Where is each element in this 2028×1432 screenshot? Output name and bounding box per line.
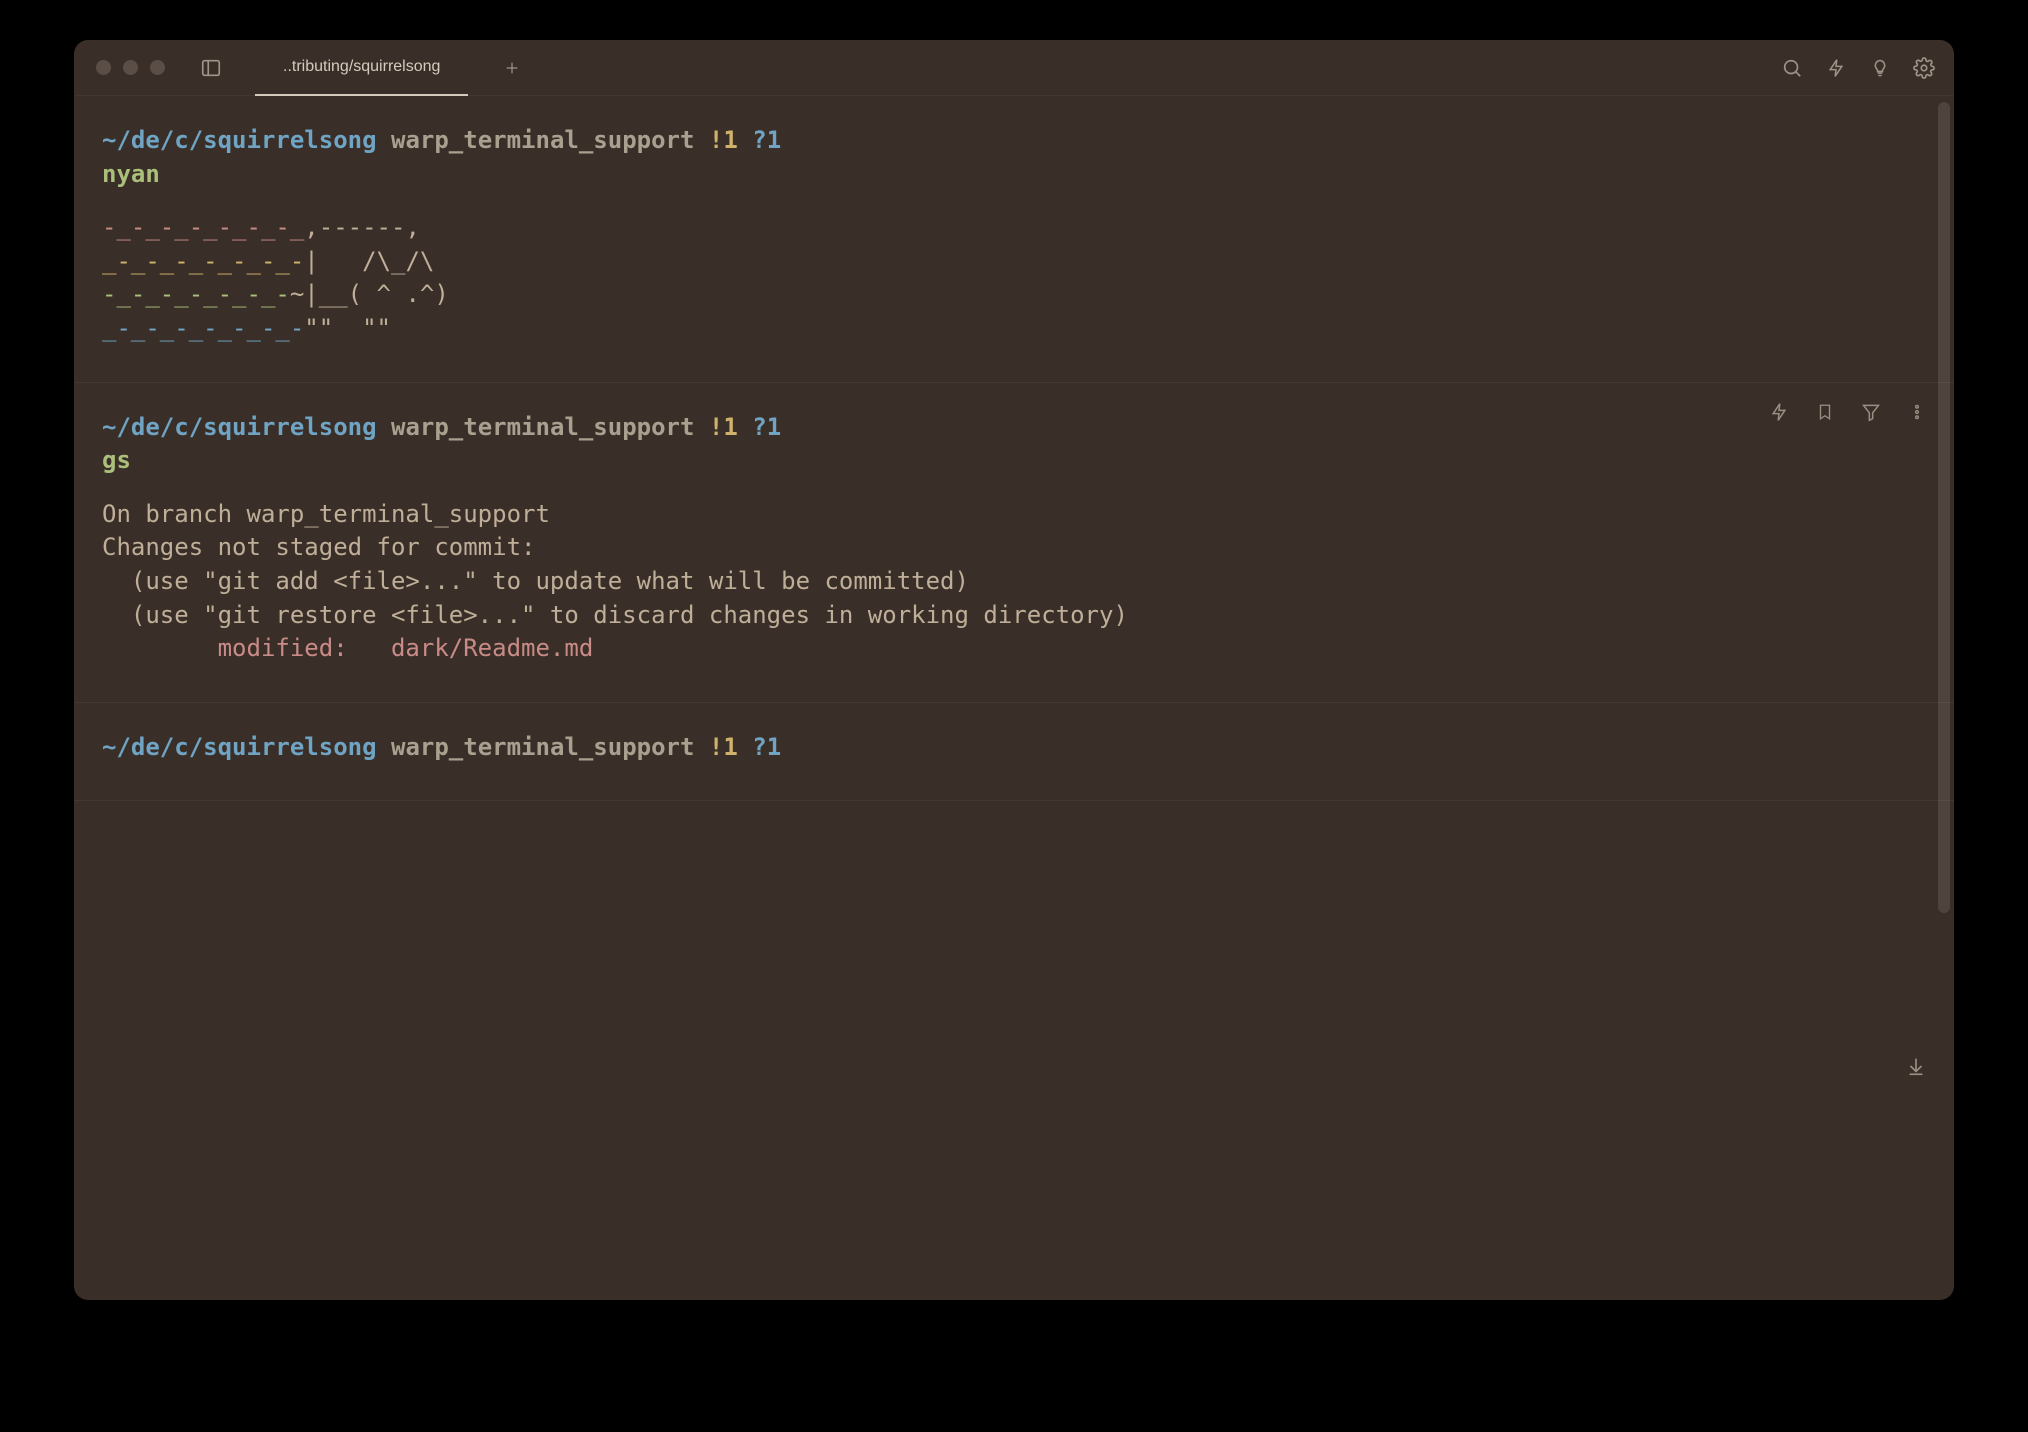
prompt-git-untracked: ?1 [752, 126, 781, 154]
command-output: On branch warp_terminal_support Changes … [102, 498, 1926, 666]
command-output: -_-_-_-_-_-_-_,------, _-_-_-_-_-_-_-| /… [102, 211, 1926, 345]
maximize-window-button[interactable] [150, 60, 165, 75]
scrollbar-thumb[interactable] [1938, 102, 1950, 913]
prompt-path: ~/de/c/squirrelsong [102, 733, 377, 761]
prompt-git-untracked: ?1 [752, 733, 781, 761]
prompt-branch: warp_terminal_support [391, 413, 694, 441]
terminal-window: ..tributing/squirrelsong ~/de/c/squirrel… [74, 40, 1954, 1300]
settings-icon[interactable] [1912, 56, 1936, 80]
prompt-line: ~/de/c/squirrelsong warp_terminal_suppor… [102, 411, 1926, 445]
window-controls [96, 60, 165, 75]
prompt-line: ~/de/c/squirrelsong warp_terminal_suppor… [102, 124, 1926, 158]
minimize-window-button[interactable] [123, 60, 138, 75]
prompt-git-untracked: ?1 [752, 413, 781, 441]
prompt-branch: warp_terminal_support [391, 733, 694, 761]
prompt-path: ~/de/c/squirrelsong [102, 126, 377, 154]
prompt-line: ~/de/c/squirrelsong warp_terminal_suppor… [102, 731, 1926, 765]
bolt-icon[interactable] [1824, 56, 1848, 80]
command-block-active[interactable]: ~/de/c/squirrelsong warp_terminal_suppor… [74, 703, 1954, 802]
command-block[interactable]: ~/de/c/squirrelsong warp_terminal_suppor… [74, 383, 1954, 703]
scroll-to-bottom-icon[interactable] [1902, 1052, 1930, 1080]
search-icon[interactable] [1780, 56, 1804, 80]
more-icon[interactable] [1906, 401, 1928, 423]
titlebar: ..tributing/squirrelsong [74, 40, 1954, 96]
prompt-git-modified: !1 [709, 413, 738, 441]
panel-toggle-icon[interactable] [197, 54, 225, 82]
command-block[interactable]: ~/de/c/squirrelsong warp_terminal_suppor… [74, 96, 1954, 383]
close-window-button[interactable] [96, 60, 111, 75]
tab-title: ..tributing/squirrelsong [283, 58, 440, 76]
prompt-path: ~/de/c/squirrelsong [102, 413, 377, 441]
titlebar-actions [1780, 56, 1936, 80]
prompt-branch: warp_terminal_support [391, 126, 694, 154]
command-text: nyan [102, 160, 160, 188]
tab-active[interactable]: ..tributing/squirrelsong [255, 40, 468, 96]
prompt-git-modified: !1 [709, 733, 738, 761]
lightbulb-icon[interactable] [1868, 56, 1892, 80]
command-text: gs [102, 446, 131, 474]
scrollbar[interactable] [1938, 102, 1950, 1294]
terminal-content: ~/de/c/squirrelsong warp_terminal_suppor… [74, 96, 1954, 1300]
block-actions [1768, 401, 1928, 423]
new-tab-button[interactable] [492, 48, 532, 88]
prompt-git-modified: !1 [709, 126, 738, 154]
bolt-icon[interactable] [1768, 401, 1790, 423]
filter-icon[interactable] [1860, 401, 1882, 423]
bookmark-icon[interactable] [1814, 401, 1836, 423]
